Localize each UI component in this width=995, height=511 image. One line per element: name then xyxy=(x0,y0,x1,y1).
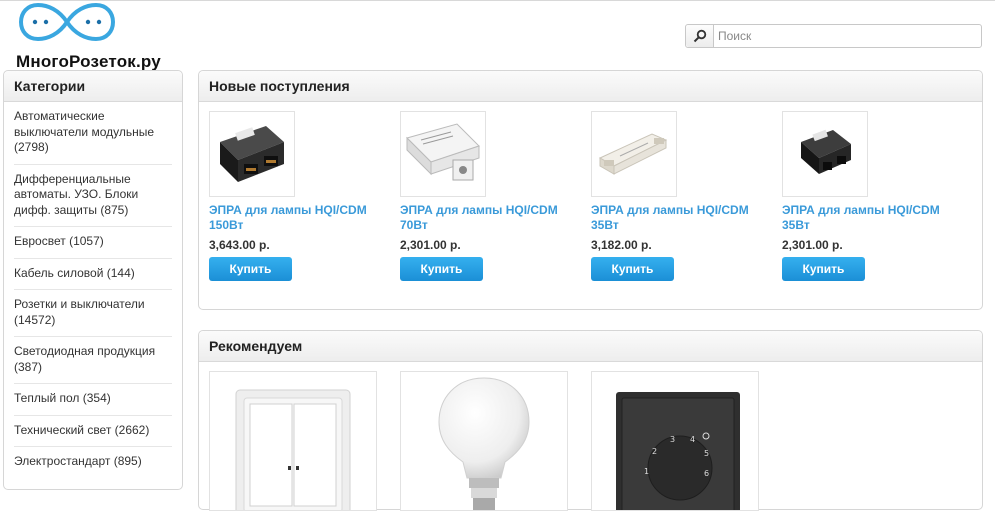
category-list: Автоматические выключатели модульные (27… xyxy=(4,102,182,478)
recommended-title: Рекомендуем xyxy=(199,331,982,362)
logo-text: МногоРозеток.ру xyxy=(16,52,161,71)
category-item[interactable]: Розетки и выключатели (14572) xyxy=(14,290,172,337)
search-box xyxy=(685,24,982,48)
product-card: ЭПРА для лампы HQI/CDM 35Вт 3,182.00 р. … xyxy=(591,111,771,281)
infinity-logo-icon xyxy=(18,2,116,42)
category-item[interactable]: Теплый пол (354) xyxy=(14,384,172,416)
top-border xyxy=(0,0,995,1)
new-arrivals-title: Новые поступления xyxy=(199,71,982,102)
new-arrivals-panel: Новые поступления ЭПРА для лампы HQI/CDM… xyxy=(198,70,983,310)
category-item[interactable]: Электростандарт (895) xyxy=(14,447,172,478)
product-card: ЭПРА для лампы HQI/CDM 70Вт 2,301.00 р. … xyxy=(400,111,580,281)
product-price: 2,301.00 р. xyxy=(782,238,843,252)
category-item[interactable]: Автоматические выключатели модульные (27… xyxy=(14,102,172,165)
search-input[interactable] xyxy=(718,27,973,45)
svg-text:4: 4 xyxy=(690,435,695,444)
buy-button[interactable]: Купить xyxy=(209,257,292,281)
product-image-black-ballast[interactable] xyxy=(209,111,295,197)
product-name[interactable]: ЭПРА для лампы HQI/CDM 70Вт xyxy=(400,203,570,233)
svg-text:6: 6 xyxy=(704,469,709,478)
product-name[interactable]: ЭПРА для лампы HQI/CDM 35Вт xyxy=(591,203,761,233)
product-image-white-ballast[interactable] xyxy=(400,111,486,197)
svg-text:5: 5 xyxy=(704,449,709,458)
search-icon xyxy=(693,29,707,43)
product-image-double-switch[interactable] xyxy=(209,371,377,511)
product-name[interactable]: ЭПРА для лампы HQI/CDM 150Вт xyxy=(209,203,379,233)
recommended-panel: Рекомендуем 1 2 3 4 5 6 xyxy=(198,330,983,511)
category-item[interactable]: Светодиодная продукция (387) xyxy=(14,337,172,384)
categories-title: Категории xyxy=(4,71,182,102)
site-logo[interactable]: МногоРозеток.ру xyxy=(16,2,176,71)
product-image-white-driver[interactable] xyxy=(591,111,677,197)
product-price: 3,643.00 р. xyxy=(209,238,270,252)
product-image-thermostat[interactable]: 1 2 3 4 5 6 xyxy=(591,371,759,511)
svg-text:1: 1 xyxy=(644,467,649,476)
product-card: ЭПРА для лампы HQI/CDM 35Вт 2,301.00 р. … xyxy=(782,111,962,281)
category-item[interactable]: Евросвет (1057) xyxy=(14,227,172,259)
product-name[interactable]: ЭПРА для лампы HQI/CDM 35Вт xyxy=(782,203,952,233)
buy-button[interactable]: Купить xyxy=(782,257,865,281)
buy-button[interactable]: Купить xyxy=(400,257,483,281)
category-item[interactable]: Технический свет (2662) xyxy=(14,416,172,447)
product-image-black-compact-ballast[interactable] xyxy=(782,111,868,197)
category-item[interactable]: Дифференциальные автоматы. УЗО. Блоки ди… xyxy=(14,165,172,227)
svg-text:2: 2 xyxy=(652,447,657,456)
category-item[interactable]: Кабель силовой (144) xyxy=(14,259,172,290)
product-price: 3,182.00 р. xyxy=(591,238,652,252)
search-button[interactable] xyxy=(686,25,714,47)
buy-button[interactable]: Купить xyxy=(591,257,674,281)
product-card: ЭПРА для лампы HQI/CDM 150Вт 3,643.00 р.… xyxy=(209,111,389,281)
categories-panel: Категории Автоматические выключатели мод… xyxy=(3,70,183,490)
product-image-led-bulb[interactable] xyxy=(400,371,568,511)
product-price: 2,301.00 р. xyxy=(400,238,461,252)
svg-text:3: 3 xyxy=(670,435,675,444)
